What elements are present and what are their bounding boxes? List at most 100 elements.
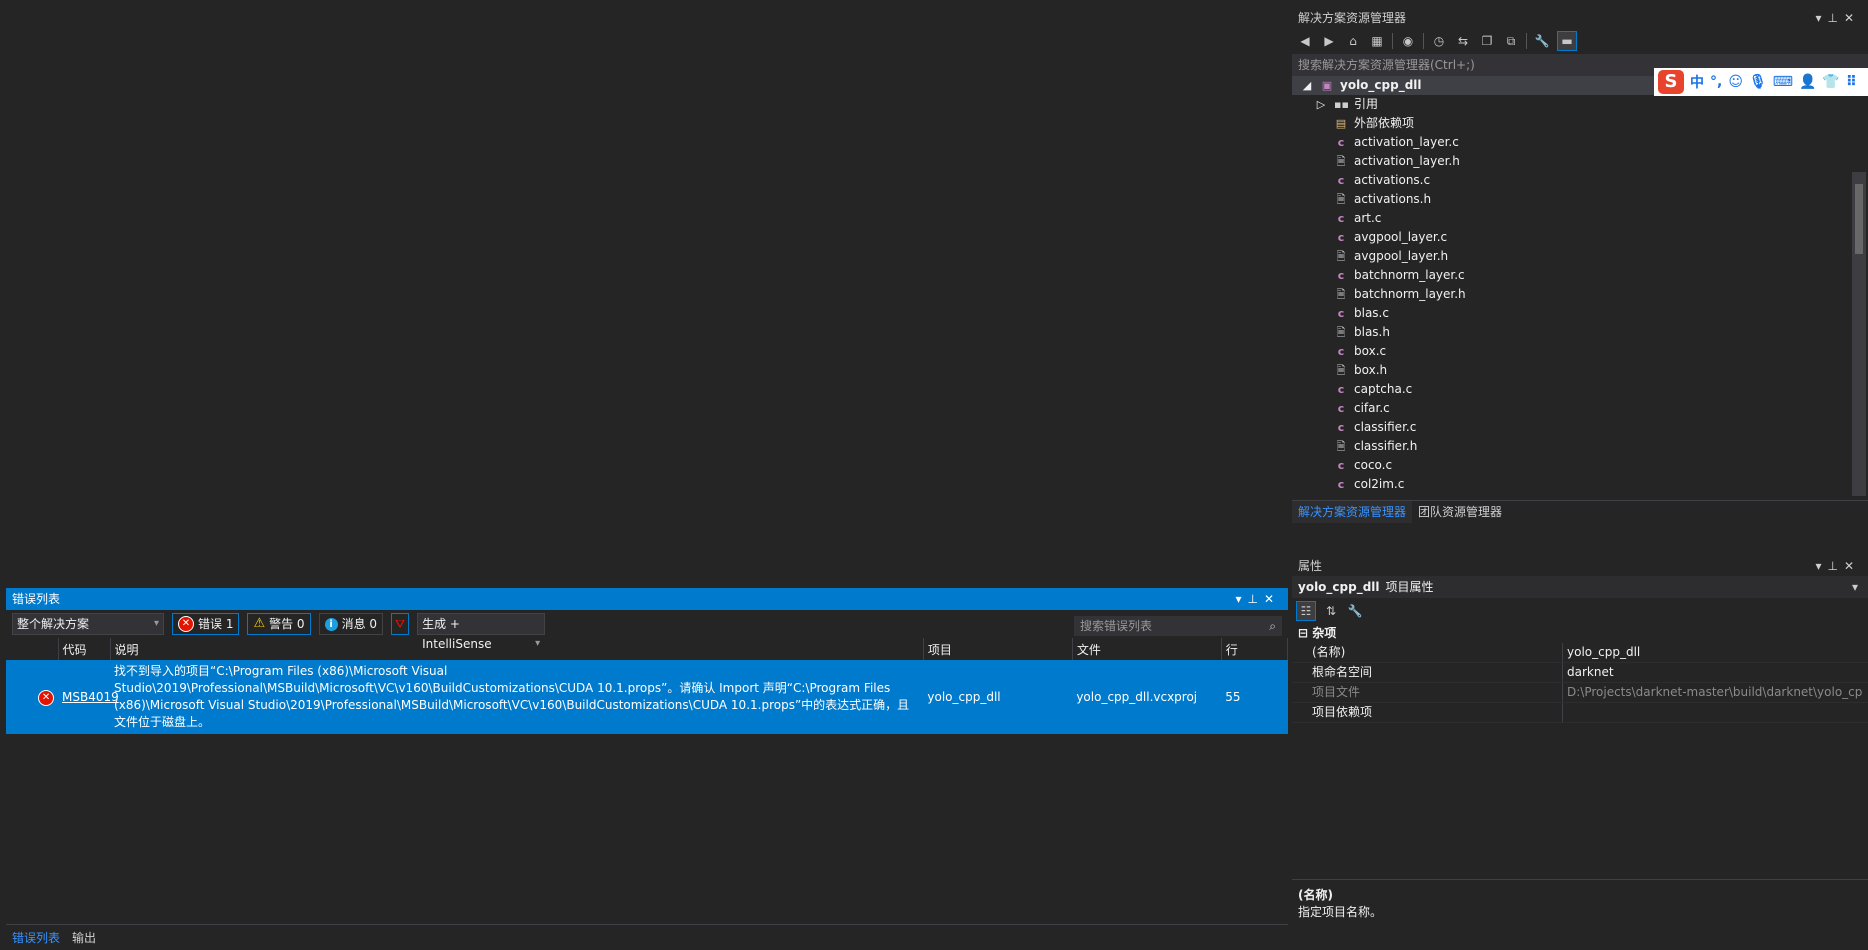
solution-scrollbar[interactable] (1852, 172, 1866, 496)
list-item[interactable]: c cifar.c (1292, 399, 1868, 418)
tab-output[interactable]: 输出 (66, 926, 102, 950)
header-description[interactable]: 说明 (110, 638, 924, 660)
ime-mode[interactable]: 中 (1690, 72, 1704, 92)
minus-icon[interactable]: ▬ (1557, 31, 1577, 51)
list-item[interactable]: c captcha.c (1292, 380, 1868, 399)
pin-icon[interactable]: ⊥ (1247, 592, 1263, 606)
property-row[interactable]: 项目依赖项 (1292, 703, 1868, 723)
expand-arrow-icon[interactable]: ▷ (1314, 95, 1328, 114)
categorized-icon[interactable]: ☷ (1296, 601, 1316, 621)
list-item[interactable]: 🗎 avgpool_layer.h (1292, 247, 1868, 266)
sogou-logo-icon[interactable]: S (1658, 70, 1684, 94)
tab-solution-explorer[interactable]: 解决方案资源管理器 (1292, 501, 1413, 523)
toolbar-separator (1392, 33, 1393, 49)
chevron-down-icon[interactable]: ▾ (1852, 576, 1858, 598)
user-icon[interactable]: 👤 (1799, 74, 1816, 90)
list-item[interactable]: 🗎 classifier.h (1292, 437, 1868, 456)
collapse-all-icon[interactable]: ❐ (1478, 32, 1496, 50)
skin-icon[interactable]: 👕 (1822, 74, 1839, 90)
collapse-icon[interactable]: ⊟ (1298, 626, 1308, 640)
list-item[interactable]: c art.c (1292, 209, 1868, 228)
list-item[interactable]: 🗎 col2im.h (1292, 494, 1868, 496)
scrollbar-thumb[interactable] (1855, 184, 1863, 254)
dropdown-icon[interactable]: ▾ (1815, 11, 1827, 25)
home-icon[interactable]: ⌂ (1344, 32, 1362, 50)
warnings-filter-button[interactable]: ⚠ 警告 0 (247, 613, 311, 635)
property-value[interactable]: D:\Projects\darknet-master\build\darknet… (1562, 683, 1868, 702)
list-item[interactable]: 🗎 box.h (1292, 361, 1868, 380)
header-file[interactable]: 文件 (1072, 638, 1222, 660)
search-icon[interactable]: ⌕ (1269, 616, 1276, 636)
list-item[interactable]: ▤ 外部依赖项 (1292, 114, 1868, 133)
solution-explorer-title-bar: 解决方案资源管理器 ▾⊥✕ (1292, 8, 1868, 28)
switch-views-icon[interactable]: ▦ (1368, 32, 1386, 50)
messages-filter-button[interactable]: i 消息 0 (318, 613, 384, 635)
list-item[interactable]: c coco.c (1292, 456, 1868, 475)
property-row[interactable]: 项目文件 D:\Projects\darknet-master\build\dar… (1292, 683, 1868, 703)
tree-item-label: activation_layer.h (1354, 154, 1460, 168)
pin-icon[interactable]: ⊥ (1827, 11, 1843, 25)
list-item[interactable]: c col2im.c (1292, 475, 1868, 494)
list-item[interactable]: c batchnorm_layer.c (1292, 266, 1868, 285)
punctuation-icon[interactable]: °, (1710, 74, 1722, 90)
list-item[interactable]: ▷ ▪▪ 引用 (1292, 95, 1868, 114)
property-value[interactable]: darknet (1562, 663, 1868, 682)
errors-filter-button[interactable]: ✕ 错误 1 (172, 613, 240, 635)
property-value[interactable] (1562, 703, 1868, 722)
dropdown-icon[interactable]: ▾ (1815, 559, 1827, 573)
alphabetical-icon[interactable]: ⇅ (1322, 602, 1340, 620)
property-key: 项目文件 (1312, 685, 1361, 699)
list-item[interactable]: 🗎 blas.h (1292, 323, 1868, 342)
list-item[interactable]: 🗎 activations.h (1292, 190, 1868, 209)
back-icon[interactable]: ◀ (1296, 32, 1314, 50)
scope-dropdown[interactable]: 整个解决方案 (12, 613, 164, 635)
list-item[interactable]: c classifier.c (1292, 418, 1868, 437)
error-list-title: 错误列表 (12, 592, 61, 606)
forward-icon[interactable]: ▶ (1320, 32, 1338, 50)
clear-filter-button[interactable]: ⛛ (391, 613, 410, 635)
list-item[interactable]: c activation_layer.c (1292, 133, 1868, 152)
property-row[interactable]: (名称) yolo_cpp_dll (1292, 643, 1868, 663)
tab-team-explorer[interactable]: 团队资源管理器 (1412, 501, 1508, 523)
list-item[interactable]: c box.c (1292, 342, 1868, 361)
preview-icon[interactable]: ◉ (1399, 32, 1417, 50)
c-file-icon: c (1337, 383, 1345, 396)
show-all-files-icon[interactable]: ⧉ (1502, 32, 1520, 50)
error-code-link[interactable]: MSB4019 (62, 690, 119, 704)
emoji-icon[interactable]: ☺ (1728, 74, 1743, 90)
list-item[interactable]: c blas.c (1292, 304, 1868, 323)
error-search-input[interactable]: 搜索错误列表 ⌕ (1074, 616, 1282, 636)
close-icon[interactable]: ✕ (1844, 559, 1860, 573)
header-code[interactable]: 代码 (58, 638, 111, 660)
microphone-icon[interactable]: 🎙 (1749, 74, 1767, 90)
tree-item-label: classifier.c (1354, 420, 1417, 434)
property-category[interactable]: ⊟ 杂项 (1292, 624, 1868, 643)
list-item[interactable]: c activations.c (1292, 171, 1868, 190)
table-row[interactable]: ✕ MSB4019 找不到导入的项目“C:\Program Files (x86… (6, 660, 1288, 734)
header-severity[interactable] (6, 638, 59, 660)
solution-explorer-title: 解决方案资源管理器 (1298, 11, 1407, 25)
list-item[interactable]: 🗎 batchnorm_layer.h (1292, 285, 1868, 304)
property-value[interactable]: yolo_cpp_dll (1562, 643, 1868, 662)
sync-icon[interactable]: ⇆ (1454, 32, 1472, 50)
property-grid: ⊟ 杂项 (名称) yolo_cpp_dll 根命名空间 darknet 项目文件 D:\… (1292, 624, 1868, 723)
property-pages-wrench-icon[interactable]: 🔧 (1346, 602, 1364, 620)
build-filter-dropdown[interactable]: 生成 + IntelliSense (417, 613, 546, 654)
dropdown-icon[interactable]: ▾ (1235, 592, 1247, 606)
keyboard-icon[interactable]: ⌨ (1773, 74, 1793, 90)
list-item[interactable]: c avgpool_layer.c (1292, 228, 1868, 247)
list-item[interactable]: 🗎 activation_layer.h (1292, 152, 1868, 171)
tab-error-list[interactable]: 错误列表 (6, 926, 66, 950)
properties-wrench-icon[interactable]: 🔧 (1533, 32, 1551, 50)
properties-object-selector[interactable]: yolo_cpp_dll 项目属性 ▾ (1292, 576, 1868, 598)
property-row[interactable]: 根命名空间 darknet (1292, 663, 1868, 683)
messages-label: 消息 0 (341, 617, 378, 631)
expand-arrow-icon[interactable]: ◢ (1300, 76, 1314, 95)
header-project[interactable]: 项目 (923, 638, 1073, 660)
close-icon[interactable]: ✕ (1844, 11, 1860, 25)
menu-grid-icon[interactable]: ⠿ (1846, 74, 1857, 90)
pin-icon[interactable]: ⊥ (1827, 559, 1843, 573)
header-line[interactable]: 行 (1221, 638, 1289, 660)
pending-changes-icon[interactable]: ◷ (1430, 32, 1448, 50)
close-icon[interactable]: ✕ (1264, 592, 1280, 606)
